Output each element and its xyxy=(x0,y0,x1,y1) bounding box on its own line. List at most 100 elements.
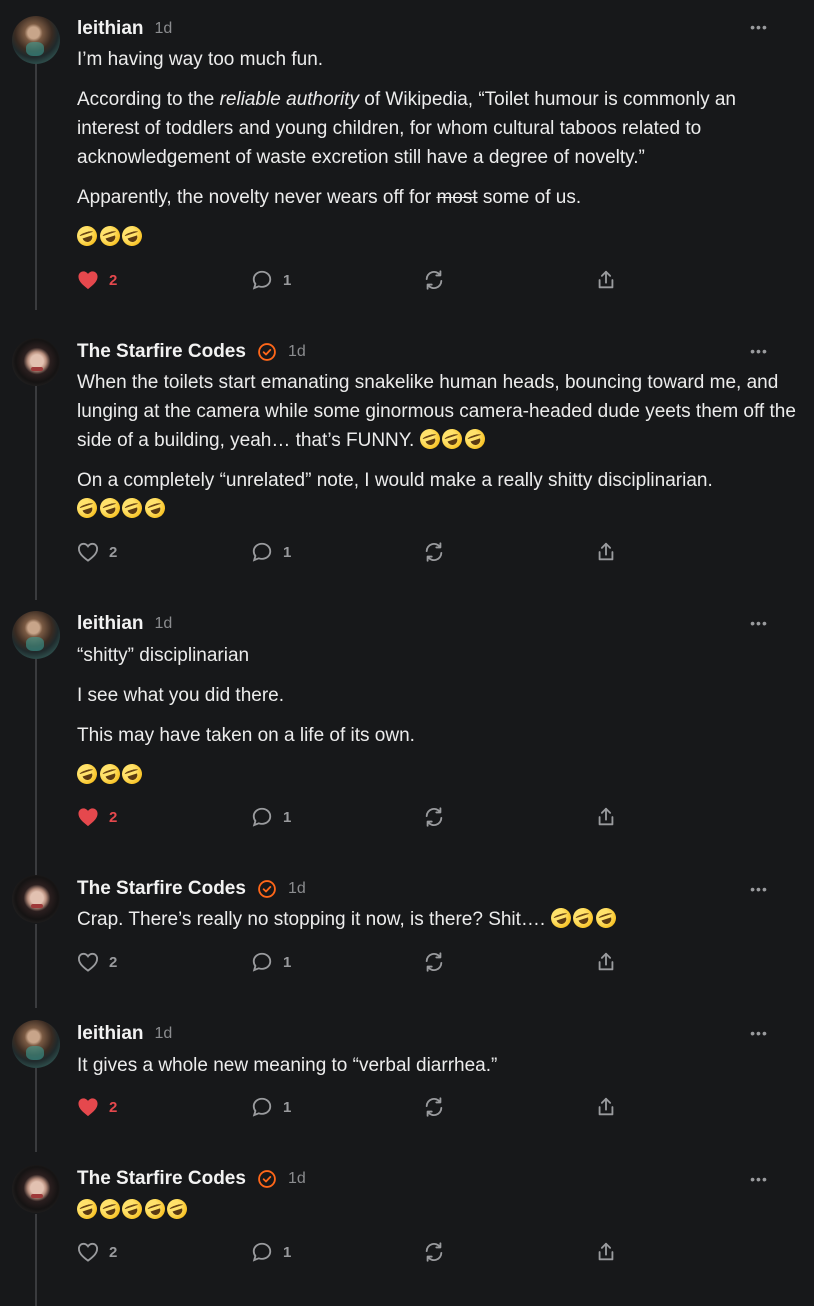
emoji-line xyxy=(74,761,797,790)
share-button[interactable] xyxy=(595,1240,617,1264)
comment-header: leithian 1d xyxy=(77,1020,172,1048)
reply-button[interactable]: 1 xyxy=(251,268,291,292)
thread-line xyxy=(35,924,37,1008)
comment-paragraph: When the toilets start emanating snakeli… xyxy=(77,368,797,455)
comment-body: I’m having way too much fun. According t… xyxy=(74,45,797,252)
avatar[interactable] xyxy=(12,875,60,923)
comment-paragraph: According to the reliable authority of W… xyxy=(77,85,797,172)
timestamp[interactable]: 1d xyxy=(288,880,306,898)
action-bar: 2 1 xyxy=(77,950,637,974)
restack-button[interactable] xyxy=(423,805,445,829)
author-name[interactable]: leithian xyxy=(77,1023,144,1045)
verified-check-icon xyxy=(258,343,276,361)
action-bar: 2 1 xyxy=(77,268,637,292)
action-bar: 2 1 xyxy=(77,1095,637,1119)
share-button[interactable] xyxy=(595,805,617,829)
avatar[interactable] xyxy=(12,16,60,64)
more-options-icon[interactable]: ••• xyxy=(750,341,768,361)
share-icon xyxy=(598,807,614,826)
share-icon xyxy=(598,270,614,289)
speech-bubble-icon xyxy=(252,270,272,290)
text-segment: Apparently, the novelty never wears off … xyxy=(77,187,437,208)
more-options-icon[interactable]: ••• xyxy=(750,1169,768,1189)
thread-line xyxy=(35,386,37,600)
restack-button[interactable] xyxy=(423,540,445,564)
like-button[interactable]: 2 xyxy=(77,950,117,974)
like-count: 2 xyxy=(109,271,118,289)
like-button[interactable]: 2 xyxy=(77,540,117,564)
timestamp[interactable]: 1d xyxy=(155,20,173,38)
reply-count: 1 xyxy=(283,1243,292,1261)
restack-button[interactable] xyxy=(423,1095,445,1119)
reply-button[interactable]: 1 xyxy=(251,540,291,564)
more-options-icon[interactable]: ••• xyxy=(750,1023,768,1043)
speech-bubble-icon xyxy=(252,807,272,827)
timestamp[interactable]: 1d xyxy=(288,1170,306,1188)
rofl-emoji xyxy=(416,426,443,452)
like-button[interactable]: 2 xyxy=(77,805,117,829)
share-button[interactable] xyxy=(595,1095,617,1119)
rofl-emoji xyxy=(96,223,123,249)
share-button[interactable] xyxy=(595,268,617,292)
timestamp[interactable]: 1d xyxy=(155,1025,173,1043)
reply-button[interactable]: 1 xyxy=(251,950,291,974)
action-bar: 2 1 xyxy=(77,805,637,829)
like-count: 2 xyxy=(109,1098,118,1116)
restack-button[interactable] xyxy=(423,1240,445,1264)
more-options-icon[interactable]: ••• xyxy=(750,17,768,37)
avatar[interactable] xyxy=(12,611,60,659)
comment-paragraph: I’m having way too much fun. xyxy=(77,49,324,70)
avatar[interactable] xyxy=(12,1020,60,1068)
thread-line xyxy=(35,62,37,310)
comment-body: “shitty” disciplinarian I see what you d… xyxy=(74,641,797,790)
rofl-emoji xyxy=(119,495,145,521)
author-name[interactable]: The Starfire Codes xyxy=(77,341,246,363)
restack-icon xyxy=(425,270,443,290)
like-button[interactable]: 2 xyxy=(77,1240,117,1264)
rofl-emoji xyxy=(119,761,145,787)
more-options-icon[interactable]: ••• xyxy=(750,613,768,633)
reply-count: 1 xyxy=(283,543,292,561)
rofl-emoji xyxy=(164,1196,190,1222)
more-options-icon[interactable]: ••• xyxy=(750,879,768,899)
reply-button[interactable]: 1 xyxy=(251,1240,291,1264)
share-icon xyxy=(598,1242,614,1261)
text-segment: According to the xyxy=(77,89,220,110)
rofl-emoji xyxy=(74,223,100,249)
heart-icon xyxy=(77,1242,99,1262)
share-button[interactable] xyxy=(595,540,617,564)
comment-body xyxy=(74,1196,797,1225)
reply-button[interactable]: 1 xyxy=(251,805,291,829)
speech-bubble-icon xyxy=(252,1097,272,1117)
comment-paragraph: Crap. There’s really no stopping it now,… xyxy=(77,905,797,934)
comment-body: When the toilets start emanating snakeli… xyxy=(74,368,797,524)
reply-button[interactable]: 1 xyxy=(251,1095,291,1119)
rofl-emoji xyxy=(96,495,123,521)
heart-icon xyxy=(78,1098,98,1117)
like-count: 2 xyxy=(109,1243,118,1261)
timestamp[interactable]: 1d xyxy=(288,343,306,361)
rofl-emoji xyxy=(74,761,100,787)
restack-button[interactable] xyxy=(423,950,445,974)
thread-line xyxy=(35,658,37,910)
avatar[interactable] xyxy=(12,1165,60,1213)
share-button[interactable] xyxy=(595,950,617,974)
comment-paragraph: It gives a whole new meaning to “verbal … xyxy=(77,1055,498,1076)
restack-button[interactable] xyxy=(423,268,445,292)
rofl-emoji xyxy=(141,1196,168,1222)
emoji-line xyxy=(74,223,797,252)
strikethrough-text: most xyxy=(436,187,478,208)
like-button[interactable]: 2 xyxy=(77,1095,117,1119)
avatar[interactable] xyxy=(12,338,60,386)
author-name[interactable]: leithian xyxy=(77,613,144,635)
like-button[interactable]: 2 xyxy=(77,268,117,292)
share-icon xyxy=(598,542,614,561)
action-bar: 2 1 xyxy=(77,1240,637,1264)
rofl-emoji xyxy=(119,223,145,249)
author-name[interactable]: The Starfire Codes xyxy=(77,1168,246,1190)
timestamp[interactable]: 1d xyxy=(155,615,173,633)
author-name[interactable]: leithian xyxy=(77,18,144,40)
rofl-emoji xyxy=(96,761,123,787)
author-name[interactable]: The Starfire Codes xyxy=(77,878,246,900)
thread-line xyxy=(35,1214,37,1306)
